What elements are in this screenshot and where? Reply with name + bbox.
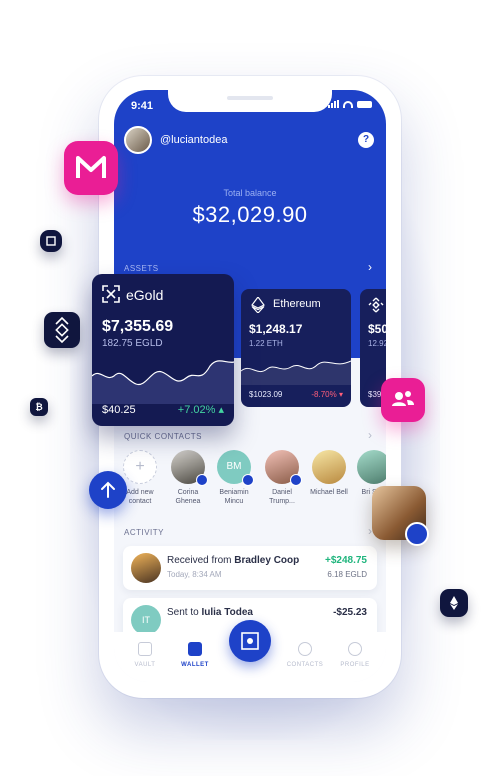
nav-wallet[interactable]: WALLET — [170, 642, 220, 668]
transaction-avatar: IT — [131, 605, 161, 635]
profile-icon — [348, 642, 362, 656]
nav-label: PROFILE — [340, 662, 370, 668]
contact-avatar — [265, 450, 302, 486]
floating-m-logo — [64, 141, 118, 195]
asset-amount: 182.75 EGLD — [102, 338, 163, 349]
wallet-icon — [188, 642, 202, 656]
contact-avatar — [171, 450, 208, 486]
status-time: 9:41 — [131, 100, 154, 112]
asset-footer-value: $39 — [368, 390, 382, 399]
contact-michael[interactable]: Michael Bell — [306, 450, 352, 497]
arrow-up-icon — [101, 481, 115, 498]
transaction-token-amount: 6.18 EGLD — [327, 570, 367, 579]
send-up-button[interactable] — [89, 471, 127, 509]
contact-corina[interactable]: Corina Ghenea — [165, 450, 211, 506]
asset-change-text: -8.70% — [311, 390, 337, 399]
total-balance-label: Total balance — [223, 188, 277, 198]
nav-profile[interactable]: PROFILE — [330, 642, 380, 668]
asset-value: $50 — [368, 322, 386, 336]
signal-icon — [328, 100, 339, 108]
battery-icon — [357, 100, 372, 108]
contacts-icon — [298, 642, 312, 656]
contact-daniel[interactable]: Daniel Trump... — [259, 450, 305, 506]
plus-icon: + — [123, 450, 157, 484]
contact-avatar — [312, 450, 346, 484]
elrond-badge-icon — [196, 474, 208, 486]
asset-card-ethereum[interactable]: Ethereum $1,248.17 1.22 ETH $1023.09 -8.… — [241, 289, 351, 407]
nav-label: VAULT — [134, 662, 156, 668]
vault-icon — [138, 642, 152, 656]
egold-icon — [102, 285, 120, 303]
contact-name: Corina Ghenea — [175, 489, 201, 505]
binance-icon — [368, 297, 384, 313]
quick-contacts-heading: QUICK CONTACTS — [124, 432, 202, 441]
contact-beniamin[interactable]: BM Beniamin Mincu — [211, 450, 257, 506]
ethereum-icon — [450, 596, 458, 610]
asset-amount: 1.22 ETH — [249, 339, 283, 348]
asset-change: +7.02% ▴ — [177, 404, 224, 416]
contacts-icon — [392, 391, 414, 406]
assets-chevron-right-icon[interactable]: › — [368, 260, 372, 274]
binance-icon — [55, 316, 69, 344]
transaction-prefix: Received from — [167, 555, 235, 566]
egold-sparkline — [92, 360, 234, 404]
transaction-title: Sent to Iulia Todea — [167, 607, 253, 618]
contact-avatar: BM — [217, 450, 254, 486]
contact-initials: BM — [226, 461, 242, 472]
activity-heading: ACTIVITY — [124, 528, 165, 537]
transaction-party: Iulia Todea — [201, 607, 253, 618]
floating-binance-badge — [44, 312, 80, 348]
contact-name: Beniamin Mincu — [219, 489, 249, 505]
transaction-prefix: Sent to — [167, 607, 202, 618]
transaction-title: Received from Bradley Coop — [167, 555, 299, 566]
ethereum-icon — [251, 297, 265, 313]
nav-vault[interactable]: VAULT — [120, 642, 170, 668]
help-button[interactable]: ? — [358, 132, 374, 148]
contact-avatar — [357, 450, 386, 484]
username: @luciantodea — [160, 134, 228, 146]
assets-heading: ASSETS — [124, 264, 159, 273]
ethereum-sparkline — [241, 360, 351, 385]
asset-footer-value: $40.25 — [102, 404, 136, 416]
nav-contacts[interactable]: CONTACTS — [280, 642, 330, 668]
floating-contacts-badge — [381, 378, 425, 422]
elrond-badge-icon — [290, 474, 302, 486]
transaction-date: Today, 8:34 AM — [167, 570, 222, 579]
total-balance-value: $32,029.90 — [192, 202, 308, 227]
user-avatar[interactable] — [124, 126, 152, 154]
contact-name: Michael Bell — [310, 489, 348, 496]
wifi-icon — [343, 100, 353, 108]
transaction-row[interactable]: Received from Bradley Coop Today, 8:34 A… — [123, 546, 377, 590]
elrond-logo-icon — [46, 236, 56, 246]
elrond-badge-icon — [242, 474, 254, 486]
nav-label: WALLET — [181, 662, 209, 668]
asset-change: -8.70% ▾ — [311, 390, 343, 399]
elrond-logo-icon — [241, 632, 259, 650]
contact-name: Daniel Trump... — [269, 489, 295, 505]
nav-label: CONTACTS — [286, 662, 324, 668]
asset-name: Ethereum — [273, 298, 321, 310]
transaction-party: Bradley Coop — [234, 555, 300, 566]
asset-value: $7,355.69 — [102, 318, 174, 335]
asset-card-egold[interactable]: eGold $7,355.69 182.75 EGLD $40.25 +7.02… — [92, 274, 234, 426]
floating-ethereum-badge — [440, 589, 468, 617]
speaker-grille — [227, 96, 273, 100]
elrond-badge-icon — [405, 522, 429, 546]
m-logo-icon — [76, 156, 106, 178]
transaction-avatar — [131, 553, 161, 583]
asset-amount: 12.92 — [368, 339, 386, 348]
asset-value: $1,248.17 — [249, 322, 303, 336]
bitcoin-icon: ₿ — [35, 402, 43, 412]
scan-button[interactable] — [229, 620, 271, 662]
asset-footer-value: $1023.09 — [249, 390, 283, 399]
phone-notch — [168, 90, 332, 112]
transaction-amount: -$25.23 — [333, 607, 367, 618]
quick-contacts-chevron-right-icon[interactable]: › — [368, 428, 372, 442]
status-icons — [328, 100, 372, 108]
asset-name: eGold — [126, 287, 164, 303]
asset-change-text: +7.02% — [177, 404, 216, 416]
floating-bitcoin-badge: ₿ — [30, 398, 48, 416]
floating-elrond-badge — [40, 230, 62, 252]
transaction-amount: +$248.75 — [325, 555, 367, 566]
